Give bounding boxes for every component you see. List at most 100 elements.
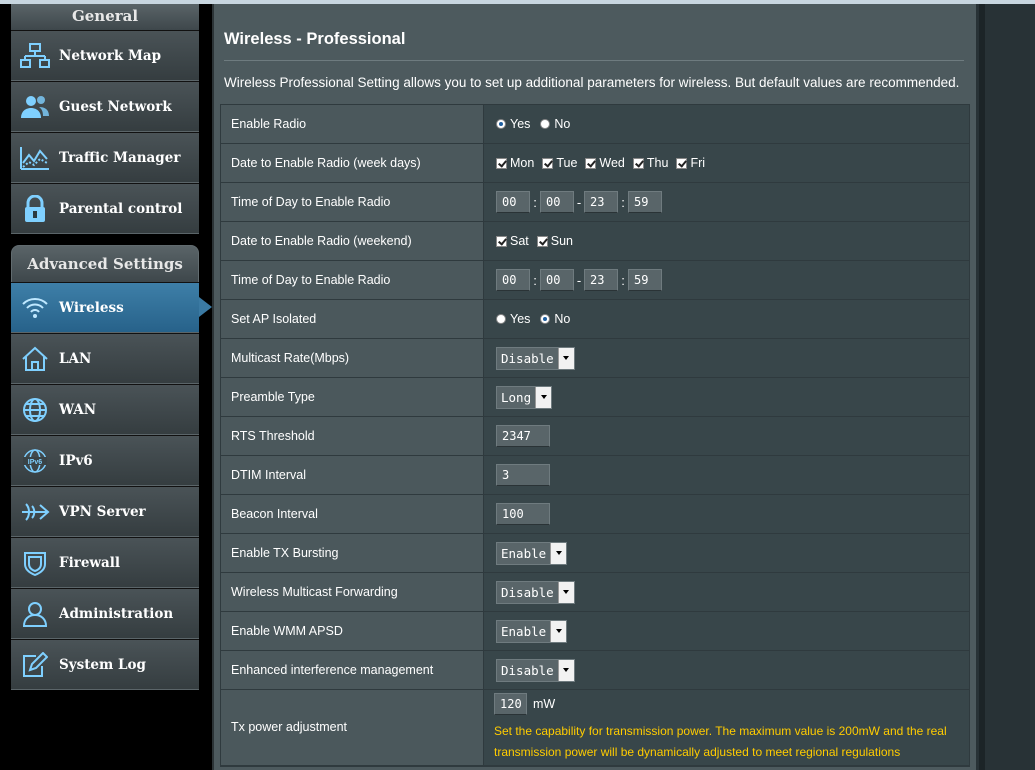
row-enable-radio: Enable Radio Yes No: [221, 105, 969, 144]
checkbox-checked-icon: [585, 157, 597, 169]
dropdown-arrow-icon: [550, 542, 567, 564]
sidebar-item-label: Administration: [59, 605, 174, 622]
row-label: Enable WMM APSD: [221, 612, 484, 650]
select-value: Disable: [501, 584, 554, 600]
sidebar-item-network-map[interactable]: Network Map: [11, 30, 199, 81]
ap-isolated-no[interactable]: No: [540, 312, 570, 326]
weekday-start-hour-input[interactable]: [496, 191, 530, 213]
row-label: DTIM Interval: [221, 456, 484, 494]
vpn-icon: [11, 487, 59, 536]
row-label: Enable TX Bursting: [221, 534, 484, 572]
radio-selected-icon: [540, 314, 551, 324]
dropdown-arrow-icon: [557, 347, 574, 369]
sidebar-item-vpn-server[interactable]: VPN Server: [11, 486, 199, 537]
weekend-end-minute-input[interactable]: [628, 269, 662, 291]
row-weekend-time: Time of Day to Enable Radio : - :: [221, 261, 969, 300]
weekday-end-minute-input[interactable]: [628, 191, 662, 213]
checkbox-label: Tue: [556, 156, 578, 170]
sidebar-item-lan[interactable]: LAN: [11, 333, 199, 384]
sidebar-item-system-log[interactable]: System Log: [11, 639, 199, 690]
tx-power-input[interactable]: [494, 692, 527, 715]
ap-isolated-yes[interactable]: Yes: [496, 312, 530, 326]
sidebar-item-label: Parental control: [59, 200, 183, 217]
wifi-icon: [11, 283, 59, 332]
radio-label: Yes: [510, 117, 531, 131]
row-ap-isolated: Set AP Isolated Yes No: [221, 300, 969, 339]
checkbox-wed[interactable]: Wed: [585, 156, 625, 170]
beacon-interval-input[interactable]: [496, 503, 550, 525]
radio-label: Yes: [510, 312, 531, 326]
enable-radio-no[interactable]: No: [540, 117, 570, 131]
checkbox-fri[interactable]: Fri: [676, 156, 705, 170]
sidebar-item-ipv6[interactable]: IPv6 IPv6: [11, 435, 199, 486]
weekday-end-hour-input[interactable]: [584, 191, 618, 213]
dash-separator: -: [576, 272, 582, 288]
dropdown-arrow-icon: [557, 659, 574, 681]
sidebar-item-traffic-manager[interactable]: Traffic Manager: [11, 132, 199, 183]
row-label: Date to Enable Radio (week days): [221, 144, 484, 182]
checkbox-tue[interactable]: Tue: [542, 156, 577, 170]
sidebar-item-label: Network Map: [59, 47, 162, 64]
weekend-start-minute-input[interactable]: [540, 269, 574, 291]
admin-user-icon: [11, 589, 59, 638]
sidebar-item-wan[interactable]: WAN: [11, 384, 199, 435]
checkbox-sat[interactable]: Sat: [496, 234, 529, 248]
log-edit-icon: [11, 640, 59, 689]
row-label: Enable Radio: [221, 105, 484, 143]
radio-unselected-icon: [540, 119, 551, 129]
checkbox-thu[interactable]: Thu: [632, 156, 668, 170]
wmm-apsd-select[interactable]: Enable: [496, 619, 568, 643]
weekend-end-hour-input[interactable]: [584, 269, 618, 291]
multicast-rate-select[interactable]: Disable: [496, 346, 575, 370]
general-menu: General Network Map Guest Network Traffi…: [11, 4, 199, 234]
sidebar-item-guest-network[interactable]: Guest Network: [11, 81, 199, 132]
home-icon: [11, 334, 59, 383]
tx-bursting-select[interactable]: Enable: [496, 541, 568, 565]
row-beacon-interval: Beacon Interval: [221, 495, 969, 534]
row-dtim-interval: DTIM Interval: [221, 456, 969, 495]
network-map-icon: [11, 31, 59, 80]
sidebar-item-label: Firewall: [59, 554, 121, 571]
enable-radio-yes[interactable]: Yes: [496, 117, 530, 131]
select-value: Long: [501, 389, 532, 405]
sidebar-item-label: System Log: [59, 656, 146, 673]
checkbox-checked-icon: [496, 157, 507, 169]
main-panel: Wireless - Professional Wireless Profess…: [212, 4, 976, 770]
radio-label: No: [554, 117, 571, 131]
sidebar-item-label: VPN Server: [59, 503, 146, 520]
sidebar-item-label: Wireless: [59, 299, 124, 316]
row-interference-management: Enhanced interference management Disable: [221, 651, 969, 690]
dropdown-arrow-icon: [557, 581, 574, 603]
sidebar-item-label: LAN: [59, 350, 92, 367]
interference-management-select[interactable]: Disable: [496, 658, 575, 682]
sidebar-item-label: WAN: [59, 401, 97, 418]
svg-text:IPv6: IPv6: [28, 459, 43, 466]
colon-separator: :: [533, 194, 537, 210]
row-preamble: Preamble Type Long: [221, 378, 969, 417]
select-value: Disable: [501, 350, 554, 366]
dtim-interval-input[interactable]: [496, 464, 550, 486]
sidebar-item-wireless[interactable]: Wireless: [11, 282, 212, 333]
sidebar-item-parental-control[interactable]: Parental control: [11, 183, 199, 234]
dash-separator: -: [576, 194, 582, 210]
select-value: Enable: [501, 545, 547, 561]
weekend-start-hour-input[interactable]: [496, 269, 530, 291]
preamble-type-select[interactable]: Long: [496, 385, 553, 409]
sidebar-item-administration[interactable]: Administration: [11, 588, 199, 639]
colon-separator: :: [621, 194, 625, 210]
checkbox-mon[interactable]: Mon: [496, 156, 534, 170]
row-label: Multicast Rate(Mbps): [221, 339, 484, 377]
checkbox-label: Mon: [510, 156, 535, 170]
checkbox-sun[interactable]: Sun: [536, 234, 573, 248]
row-wmm-apsd: Enable WMM APSD Enable: [221, 612, 969, 651]
radio-selected-icon: [496, 119, 506, 129]
weekday-start-minute-input[interactable]: [540, 191, 574, 213]
checkbox-checked-icon: [496, 235, 507, 247]
rts-threshold-input[interactable]: [496, 425, 550, 447]
sidebar-item-label: IPv6: [59, 452, 93, 469]
lock-icon: [11, 184, 59, 233]
row-weekday-time: Time of Day to Enable Radio : - :: [221, 183, 969, 222]
multicast-forwarding-select[interactable]: Disable: [496, 580, 575, 604]
sidebar-item-firewall[interactable]: Firewall: [11, 537, 199, 588]
checkbox-label: Sat: [510, 234, 529, 248]
